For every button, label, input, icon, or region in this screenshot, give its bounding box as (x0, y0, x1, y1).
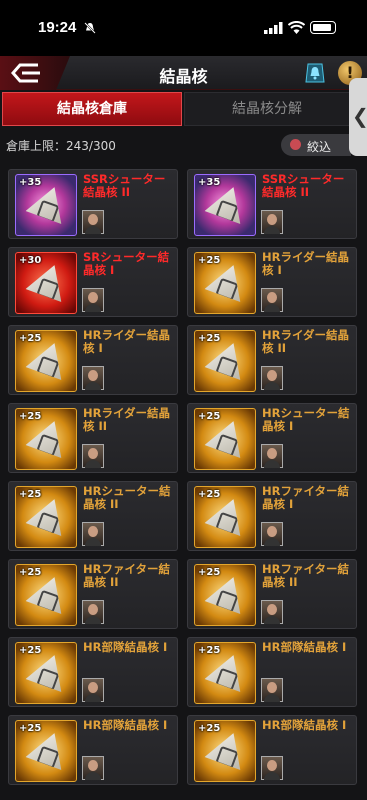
character-avatar (82, 678, 104, 702)
wifi-icon (288, 21, 305, 34)
core-card[interactable]: +25 HR部隊結晶核 I (187, 637, 357, 707)
core-card[interactable]: +30 SRシューター結晶核 I (8, 247, 178, 317)
core-name: HR部隊結晶核 I (83, 718, 168, 732)
character-avatar (82, 366, 104, 390)
crystal-core-icon: +25 (194, 486, 256, 548)
core-card[interactable]: +35 SSRシューター結晶核 II (8, 169, 178, 239)
filter-label: 絞込 (307, 140, 332, 154)
side-panel-toggle[interactable]: ❮ (349, 78, 367, 156)
filter-button[interactable]: 絞込 (281, 134, 351, 156)
core-level: +25 (19, 723, 42, 734)
crystal-core-icon: +25 (15, 408, 77, 470)
core-name: HRライダー結晶核 II (262, 328, 350, 355)
core-level: +25 (19, 489, 42, 500)
core-card[interactable]: +25 HRファイター結晶核 I (187, 481, 357, 551)
crystal-core-icon: +25 (194, 642, 256, 704)
crystal-core-icon: +25 (15, 564, 77, 626)
core-card[interactable]: +25 HRライダー結晶核 II (8, 403, 178, 473)
crystal-core-icon: +25 (15, 720, 77, 782)
character-avatar (261, 600, 283, 624)
crystal-core-icon: +25 (194, 564, 256, 626)
core-card[interactable]: +25 HRライダー結晶核 I (187, 247, 357, 317)
status-bar: 19:24 (0, 0, 367, 56)
battery-icon (310, 21, 336, 34)
crystal-core-icon: +25 (194, 252, 256, 314)
core-card[interactable]: +25 HR部隊結晶核 I (187, 715, 357, 785)
core-name: HR部隊結晶核 I (83, 640, 168, 654)
header-bar: 結晶核 ! (0, 56, 367, 90)
core-card[interactable]: +25 HRシューター結晶核 II (8, 481, 178, 551)
character-avatar (82, 210, 104, 234)
tab-bar: 結晶核倉庫 結晶核分解 (0, 92, 367, 126)
character-avatar (82, 600, 104, 624)
core-level: +30 (19, 255, 42, 266)
core-name: HRシューター結晶核 I (262, 406, 350, 433)
character-avatar (261, 756, 283, 780)
core-level: +25 (198, 567, 221, 578)
status-time: 19:24 (38, 19, 77, 36)
core-name: HRファイター結晶核 I (262, 484, 350, 511)
notification-bell-icon[interactable] (304, 62, 326, 84)
core-name: HRファイター結晶核 II (262, 562, 350, 589)
core-card[interactable]: +25 HRライダー結晶核 II (187, 325, 357, 395)
core-level: +25 (198, 723, 221, 734)
core-card[interactable]: +25 HRファイター結晶核 II (8, 559, 178, 629)
core-level: +25 (198, 645, 221, 656)
character-avatar (82, 444, 104, 468)
core-level: +25 (19, 411, 42, 422)
character-avatar (82, 522, 104, 546)
crystal-core-icon: +25 (194, 330, 256, 392)
core-card[interactable]: +25 HRシューター結晶核 I (187, 403, 357, 473)
core-level: +25 (198, 489, 221, 500)
character-avatar (261, 522, 283, 546)
core-name: HRライダー結晶核 I (83, 328, 171, 355)
character-avatar (82, 756, 104, 780)
character-avatar (261, 366, 283, 390)
core-name: SSRシューター結晶核 II (262, 172, 345, 199)
crystal-core-icon: +35 (194, 174, 256, 236)
core-level: +25 (19, 645, 42, 656)
core-card[interactable]: +25 HRライダー結晶核 I (8, 325, 178, 395)
core-card[interactable]: +35 SSRシューター結晶核 II (187, 169, 357, 239)
tab-core-storage[interactable]: 結晶核倉庫 (2, 92, 182, 126)
crystal-core-icon: +25 (194, 408, 256, 470)
core-name: HR部隊結晶核 I (262, 640, 347, 654)
character-avatar (82, 288, 104, 312)
core-card[interactable]: +25 HR部隊結晶核 I (8, 715, 178, 785)
cellular-signal-icon (264, 22, 283, 34)
character-avatar (261, 288, 283, 312)
filter-icon (290, 139, 301, 150)
character-avatar (261, 444, 283, 468)
core-name: HRライダー結晶核 II (83, 406, 171, 433)
core-level: +25 (19, 567, 42, 578)
core-name: SSRシューター結晶核 II (83, 172, 166, 199)
tab-core-dismantle[interactable]: 結晶核分解 (184, 92, 350, 126)
core-card[interactable]: +25 HRファイター結晶核 II (187, 559, 357, 629)
character-avatar (261, 210, 283, 234)
crystal-core-icon: +25 (15, 642, 77, 704)
chevron-left-icon: ❮ (352, 104, 367, 128)
core-name: HR部隊結晶核 I (262, 718, 347, 732)
core-level: +35 (198, 177, 221, 188)
mute-bell-icon (84, 22, 96, 34)
crystal-core-icon: +30 (15, 252, 77, 314)
character-avatar (261, 678, 283, 702)
crystal-core-icon: +25 (15, 330, 77, 392)
core-name: HRファイター結晶核 II (83, 562, 171, 589)
core-level: +25 (198, 333, 221, 344)
core-name: SRシューター結晶核 I (83, 250, 170, 277)
core-level: +25 (198, 411, 221, 422)
crystal-core-icon: +25 (194, 720, 256, 782)
crystal-core-icon: +25 (15, 486, 77, 548)
core-card[interactable]: +25 HR部隊結晶核 I (8, 637, 178, 707)
storage-capacity: 倉庫上限：243/300 (6, 139, 116, 153)
core-name: HRライダー結晶核 I (262, 250, 350, 277)
core-level: +35 (19, 177, 42, 188)
crystal-core-icon: +35 (15, 174, 77, 236)
core-level: +25 (198, 255, 221, 266)
core-name: HRシューター結晶核 II (83, 484, 171, 511)
core-level: +25 (19, 333, 42, 344)
